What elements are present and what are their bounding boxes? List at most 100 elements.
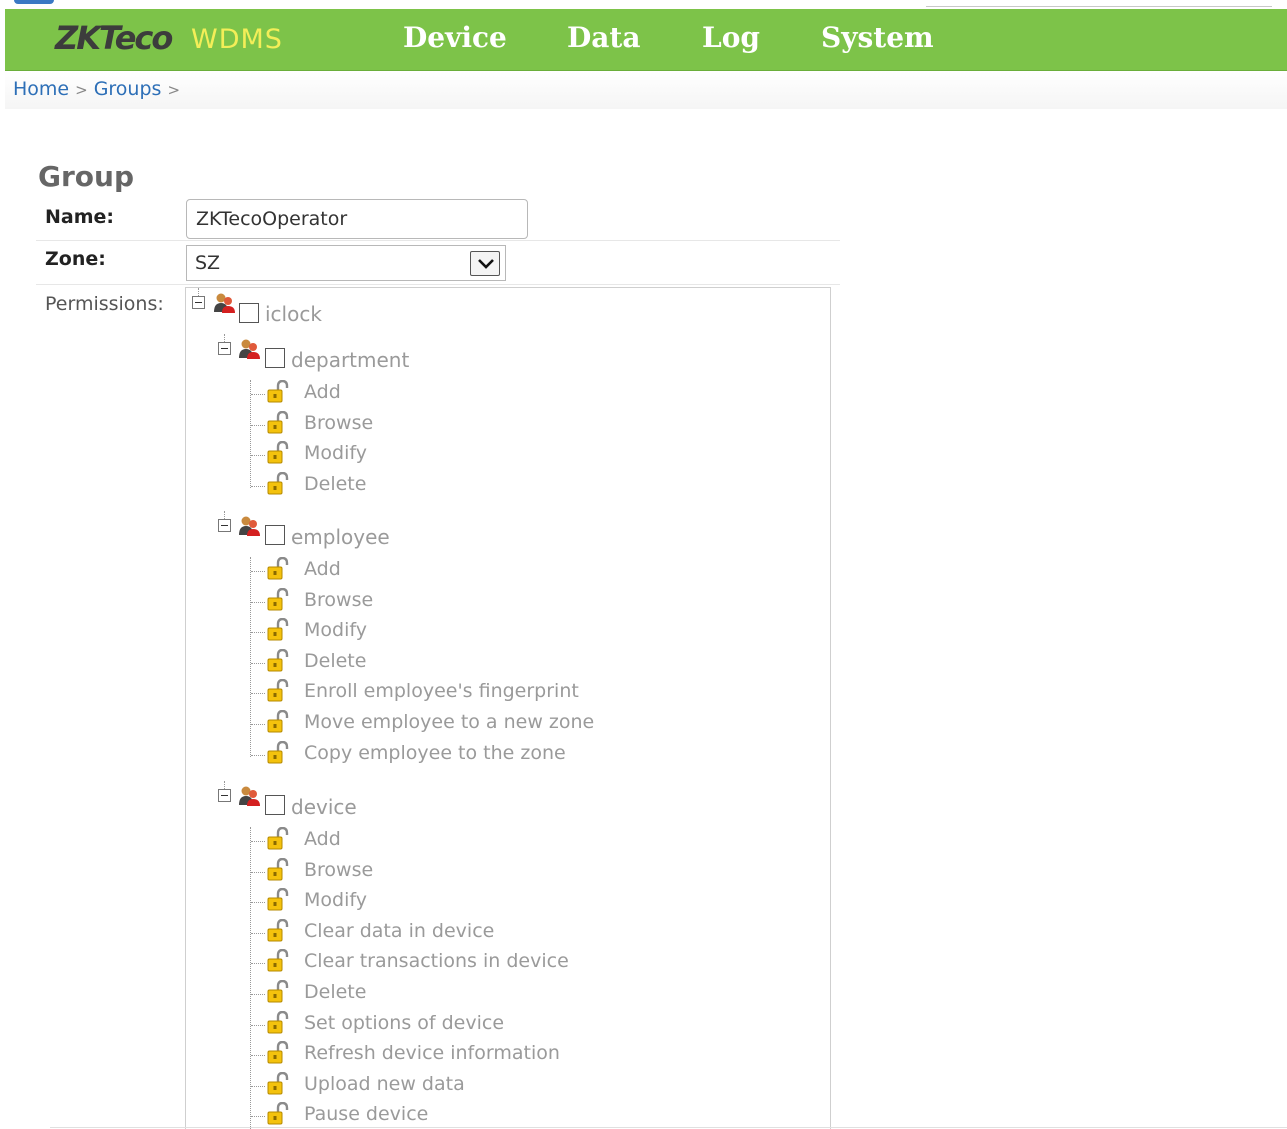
users-group-icon bbox=[237, 338, 261, 364]
permission-item[interactable]: Delete bbox=[304, 473, 366, 495]
zone-select[interactable]: SZ bbox=[186, 245, 506, 281]
top-divider bbox=[926, 6, 1272, 7]
tree-guide bbox=[251, 994, 265, 995]
permissions-tree[interactable]: iclock department employee device Add Bro… bbox=[185, 287, 831, 1129]
breadcrumb-separator: > bbox=[75, 81, 88, 99]
tree-node-iclock[interactable]: iclock bbox=[265, 302, 322, 326]
permission-item[interactable]: Browse bbox=[304, 589, 373, 611]
tree-guide bbox=[251, 724, 265, 725]
tree-guide bbox=[224, 781, 225, 789]
padlock-icon bbox=[265, 948, 289, 977]
tree-collapse-icon[interactable] bbox=[218, 789, 231, 802]
padlock-icon bbox=[265, 1101, 289, 1129]
chevron-down-icon[interactable] bbox=[470, 251, 500, 276]
tree-guide bbox=[251, 841, 265, 842]
tree-collapse-icon[interactable] bbox=[218, 342, 231, 355]
tree-guide bbox=[251, 1055, 265, 1056]
permission-item[interactable]: Move employee to a new zone bbox=[304, 711, 594, 733]
permission-item[interactable]: Browse bbox=[304, 412, 373, 434]
permission-item[interactable]: Set options of device bbox=[304, 1012, 504, 1034]
brand-logo: ZKTeco bbox=[55, 19, 173, 57]
tree-guide bbox=[251, 455, 265, 456]
padlock-icon bbox=[265, 1071, 289, 1100]
breadcrumb-bar: Home > Groups > bbox=[5, 71, 1287, 109]
permission-checkbox-department[interactable] bbox=[265, 348, 285, 368]
tree-guide bbox=[224, 334, 225, 342]
permission-item[interactable]: Pause device bbox=[304, 1103, 428, 1125]
permission-checkbox-iclock[interactable] bbox=[239, 303, 259, 323]
padlock-icon bbox=[265, 379, 289, 408]
tree-guide bbox=[251, 1116, 265, 1117]
permission-item[interactable]: Clear data in device bbox=[304, 920, 494, 942]
tree-guide bbox=[251, 755, 265, 756]
tree-guide bbox=[251, 933, 265, 934]
permission-item[interactable]: Upload new data bbox=[304, 1073, 465, 1095]
tree-node-employee[interactable]: employee bbox=[291, 525, 390, 549]
tree-guide bbox=[251, 902, 265, 903]
nav-device[interactable]: Device bbox=[403, 21, 507, 54]
padlock-icon bbox=[265, 587, 289, 616]
padlock-icon bbox=[265, 648, 289, 677]
nav-log[interactable]: Log bbox=[702, 21, 760, 54]
tree-node-device[interactable]: device bbox=[291, 795, 357, 819]
permission-item[interactable]: Add bbox=[304, 828, 341, 850]
padlock-icon bbox=[265, 1040, 289, 1069]
permission-checkbox-device[interactable] bbox=[265, 795, 285, 815]
app-name: WDMS bbox=[191, 24, 283, 55]
tree-collapse-icon[interactable] bbox=[218, 519, 231, 532]
top-navbar: ZKTeco WDMS Device Data Log System bbox=[5, 9, 1287, 71]
tree-guide bbox=[251, 693, 265, 694]
permission-item[interactable]: Modify bbox=[304, 619, 367, 641]
permission-item[interactable]: Modify bbox=[304, 889, 367, 911]
permission-item[interactable]: Add bbox=[304, 558, 341, 580]
padlock-icon bbox=[265, 1010, 289, 1039]
permission-item[interactable]: Delete bbox=[304, 650, 366, 672]
permission-item[interactable]: Delete bbox=[304, 981, 366, 1003]
permissions-label: Permissions: bbox=[45, 293, 164, 315]
padlock-icon bbox=[265, 410, 289, 439]
padlock-icon bbox=[265, 887, 289, 916]
name-input[interactable]: ZKTecoOperator bbox=[186, 199, 528, 239]
permission-checkbox-employee[interactable] bbox=[265, 525, 285, 545]
tree-guide bbox=[224, 511, 225, 519]
tree-guide bbox=[251, 425, 265, 426]
permission-item[interactable]: Modify bbox=[304, 442, 367, 464]
permission-item[interactable]: Browse bbox=[304, 859, 373, 881]
padlock-icon bbox=[265, 556, 289, 585]
tree-guide bbox=[251, 872, 265, 873]
bottom-divider bbox=[50, 1127, 1287, 1128]
permission-item[interactable]: Enroll employee's fingerprint bbox=[304, 680, 579, 702]
row-divider bbox=[36, 284, 840, 285]
tree-collapse-icon[interactable] bbox=[192, 296, 205, 309]
tree-guide bbox=[251, 394, 265, 395]
permission-item[interactable]: Copy employee to the zone bbox=[304, 742, 566, 764]
padlock-icon bbox=[265, 826, 289, 855]
padlock-icon bbox=[265, 918, 289, 947]
page-title: Group bbox=[38, 160, 135, 193]
breadcrumb-home[interactable]: Home bbox=[13, 78, 69, 100]
padlock-icon bbox=[265, 678, 289, 707]
nav-system[interactable]: System bbox=[821, 21, 934, 54]
tree-guide bbox=[251, 1086, 265, 1087]
tree-guide bbox=[250, 557, 251, 757]
zone-label: Zone: bbox=[45, 248, 106, 270]
permission-item[interactable]: Clear transactions in device bbox=[304, 950, 569, 972]
tree-guide bbox=[251, 663, 265, 664]
padlock-icon bbox=[265, 617, 289, 646]
zone-selected-value: SZ bbox=[195, 252, 221, 274]
tree-guide bbox=[198, 288, 199, 296]
tree-guide bbox=[251, 602, 265, 603]
tree-guide bbox=[251, 963, 265, 964]
breadcrumb-separator: > bbox=[167, 81, 181, 99]
row-divider bbox=[36, 240, 840, 241]
permission-item[interactable]: Refresh device information bbox=[304, 1042, 560, 1064]
nav-data[interactable]: Data bbox=[567, 21, 641, 54]
name-label: Name: bbox=[45, 206, 115, 228]
padlock-icon bbox=[265, 857, 289, 886]
users-group-icon bbox=[237, 785, 261, 811]
tree-node-department[interactable]: department bbox=[291, 348, 409, 372]
permission-item[interactable]: Add bbox=[304, 381, 341, 403]
padlock-icon bbox=[265, 440, 289, 469]
breadcrumb-groups[interactable]: Groups bbox=[94, 78, 162, 100]
padlock-icon bbox=[265, 979, 289, 1008]
